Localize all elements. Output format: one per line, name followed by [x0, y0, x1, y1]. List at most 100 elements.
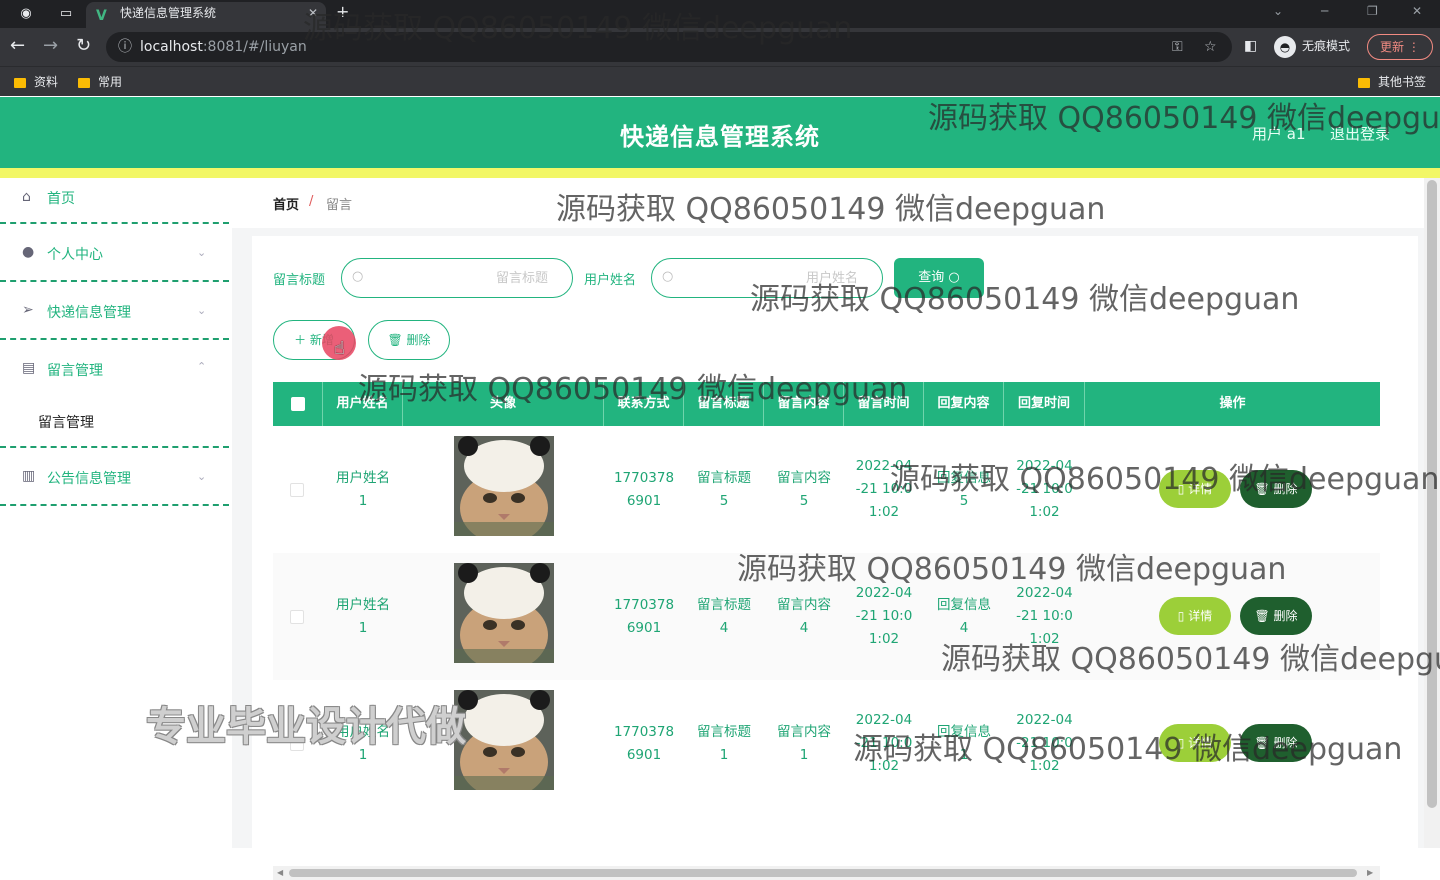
plus-icon: ＋	[294, 333, 307, 347]
update-label: 更新	[1380, 40, 1405, 54]
title-search-input-wrap[interactable]: ○	[341, 258, 573, 298]
maximize-icon[interactable]: ❐	[1367, 4, 1378, 18]
delete-button[interactable]: 🗑 删除	[1240, 597, 1312, 635]
delete-label: 删除	[406, 333, 431, 347]
cell-title: 留言标题 1	[684, 680, 764, 807]
minimize-icon[interactable]: ─	[1321, 4, 1328, 18]
header-reply-time: 回复时间	[1004, 382, 1085, 426]
incognito-indicator[interactable]: ◓ 无痕模式	[1274, 34, 1350, 58]
other-bookmarks[interactable]: 其他书签	[1358, 73, 1426, 91]
title-search-label: 留言标题	[273, 273, 326, 288]
sidebar-item-label: 留言管理	[47, 363, 103, 379]
title-search-input[interactable]	[372, 267, 548, 289]
cell-text: 1770378	[613, 723, 675, 740]
cell-text: 留言内容	[777, 723, 831, 740]
cell-text: 6901	[626, 746, 662, 763]
sidebar-item-label: 个人中心	[47, 247, 103, 263]
bookmark-label: 其他书签	[1378, 75, 1427, 89]
folder-icon	[78, 77, 90, 88]
window-close-icon[interactable]: ✕	[1412, 4, 1422, 18]
bookmark-label: 常用	[98, 75, 123, 89]
chevron-up-icon: ⌃	[197, 360, 207, 373]
breadcrumb-separator: /	[309, 194, 314, 209]
update-button[interactable]: 更新 ⋮	[1367, 34, 1433, 60]
chevron-down-icon: ⌄	[197, 304, 207, 317]
bookmarks-bar: 资料 常用 其他书签	[0, 66, 1440, 96]
cell-text: 留言标题	[697, 723, 751, 740]
cell-text: -21 10:0	[1016, 608, 1073, 624]
vue-favicon-icon: V	[96, 8, 107, 24]
tab-list-icon[interactable]: ▭	[56, 4, 76, 24]
cell-text: 1770378	[613, 596, 675, 613]
cell-text: 1	[358, 492, 368, 509]
promo-watermark: 专业毕业设计代做	[146, 704, 466, 750]
url-path: :8081/#/liuyan	[202, 39, 307, 55]
row-checkbox[interactable]	[290, 610, 304, 624]
star-icon[interactable]: ☆	[1204, 32, 1217, 62]
cell-phone: 1770378 6901	[604, 426, 684, 553]
watermark: 源码获取 QQ86050149 微信deepguan	[556, 192, 1106, 227]
incognito-icon: ◓	[1274, 35, 1296, 58]
site-info-icon[interactable]: ⓘ	[118, 32, 132, 62]
sidebar-item-home[interactable]: ⌂ 首页	[0, 178, 229, 224]
chevron-down-icon[interactable]: ⌄	[1273, 4, 1283, 18]
home-icon: ⌂	[22, 189, 31, 205]
cell-text: 1	[719, 746, 729, 763]
cell-text: 用户姓名	[336, 596, 390, 613]
cell-phone: 1770378 6901	[604, 553, 684, 680]
sidebar-item-express[interactable]: ➢ 快递信息管理 ⌄	[0, 282, 229, 340]
sidebar-item-label: 公告信息管理	[47, 471, 131, 487]
user-icon: ●	[22, 244, 35, 260]
cell-text: 6901	[626, 492, 662, 509]
back-icon[interactable]: ←	[10, 36, 25, 56]
watermark: 源码获取 QQ86050149 微信deepguan	[358, 372, 908, 407]
avatar	[454, 563, 554, 663]
cell-text: 4	[719, 619, 729, 636]
chevron-down-icon: ⌄	[197, 470, 207, 483]
search-icon: ○	[662, 269, 674, 284]
bookmark-folder-ziliao[interactable]: 资料	[14, 73, 58, 91]
scroll-left-icon[interactable]: ◀	[277, 866, 283, 880]
cell-phone: 1770378 6901	[604, 680, 684, 807]
avatar	[454, 690, 554, 790]
tab-title: 快递信息管理系统	[120, 6, 217, 20]
sidebar-item-profile[interactable]: ● 个人中心 ⌄	[0, 224, 229, 282]
user-search-label: 用户姓名	[584, 273, 637, 288]
trash-icon: 🗑	[387, 333, 403, 347]
url-host: localhost	[140, 39, 203, 55]
key-icon[interactable]: ⚿	[1172, 32, 1183, 62]
cell-text: 留言内容	[777, 469, 831, 486]
breadcrumb-home[interactable]: 首页	[273, 194, 299, 213]
incognito-label: 无痕模式	[1302, 39, 1351, 53]
sidebar-item-messages[interactable]: ▤ 留言管理 ⌃	[0, 340, 229, 448]
watermark: 源码获取 QQ86050149 微信deepguan	[737, 552, 1287, 587]
cell-text: 1:02	[868, 504, 900, 520]
bookmark-label: 资料	[34, 75, 59, 89]
select-all-cell	[273, 382, 323, 426]
scrollbar-thumb[interactable]	[289, 869, 1357, 877]
select-all-checkbox[interactable]	[291, 397, 305, 411]
watermark: 源码获取 QQ86050149 微信deepguan	[750, 282, 1300, 317]
header-actions: 操作	[1219, 396, 1246, 411]
detail-button[interactable]: ▯ 详情	[1159, 597, 1231, 635]
cell-text: 留言标题	[697, 469, 751, 486]
cell-text: 1770378	[613, 469, 675, 486]
chevron-down-icon: ⌄	[197, 246, 207, 259]
chrome-menu-icon[interactable]: ◉	[16, 4, 36, 24]
scroll-right-icon[interactable]: ▶	[1367, 866, 1373, 880]
sidebar-item-label: 首页	[47, 191, 75, 207]
side-panel-icon[interactable]: ◧	[1244, 36, 1257, 56]
row-checkbox[interactable]	[290, 483, 304, 497]
batch-delete-button[interactable]: 🗑 删除	[368, 320, 450, 360]
horizontal-scrollbar[interactable]: ◀ ▶	[273, 866, 1380, 880]
browser-tab[interactable]: V 快递信息管理系统 ✕	[86, 2, 326, 28]
watermark: 源码获取 QQ86050149 微信deepgu	[941, 642, 1440, 677]
reload-icon[interactable]: ↻	[76, 36, 91, 56]
sidebar-item-notices[interactable]: ▥ 公告信息管理 ⌄	[0, 448, 229, 506]
forward-icon[interactable]: →	[43, 36, 58, 56]
vertical-scrollbar[interactable]	[1424, 178, 1440, 848]
cell-content: 留言内容 5	[764, 426, 844, 553]
sidebar-subitem-messages[interactable]: 留言管理	[38, 412, 94, 432]
cell-text: 留言内容	[777, 596, 831, 613]
bookmark-folder-changyong[interactable]: 常用	[78, 73, 122, 91]
